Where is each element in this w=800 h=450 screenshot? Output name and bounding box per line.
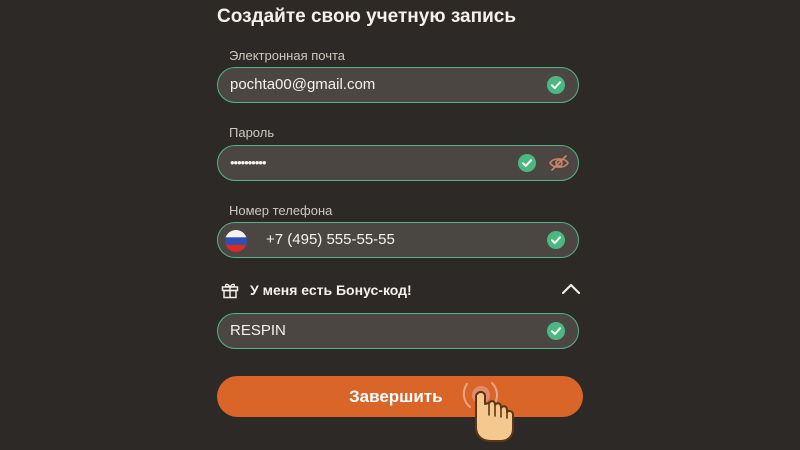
bonus-code-toggle[interactable]: У меня есть Бонус-код! bbox=[219, 280, 583, 302]
password-label: Пароль bbox=[229, 125, 275, 140]
phone-label: Номер телефона bbox=[229, 203, 333, 218]
phone-field[interactable]: +7 (495) 555-55-55 bbox=[217, 222, 579, 258]
form-title: Создайте свою учетную запись bbox=[217, 6, 517, 27]
submit-button-label: Завершить bbox=[349, 387, 443, 406]
bonus-code-field[interactable]: RESPIN bbox=[217, 313, 579, 349]
email-value: pochta00@gmail.com bbox=[230, 76, 376, 93]
bonus-code-toggle-label: У меня есть Бонус-код! bbox=[250, 282, 412, 298]
password-field[interactable]: •••••••••• bbox=[217, 145, 579, 181]
check-circle-icon bbox=[547, 231, 565, 249]
submit-button[interactable]: Завершить bbox=[217, 376, 583, 417]
bonus-code-value: RESPIN bbox=[230, 322, 286, 339]
chevron-up-icon[interactable] bbox=[561, 282, 581, 296]
flag-ru-icon[interactable] bbox=[225, 230, 247, 252]
gift-icon bbox=[221, 281, 239, 299]
check-circle-icon bbox=[547, 76, 565, 94]
email-field[interactable]: pochta00@gmail.com bbox=[217, 67, 579, 103]
email-label: Электронная почта bbox=[229, 48, 346, 63]
phone-value: +7 (495) 555-55-55 bbox=[266, 231, 395, 248]
eye-off-icon[interactable] bbox=[548, 152, 570, 174]
password-value: •••••••••• bbox=[230, 155, 267, 170]
check-circle-icon bbox=[518, 154, 536, 172]
check-circle-icon bbox=[547, 322, 565, 340]
